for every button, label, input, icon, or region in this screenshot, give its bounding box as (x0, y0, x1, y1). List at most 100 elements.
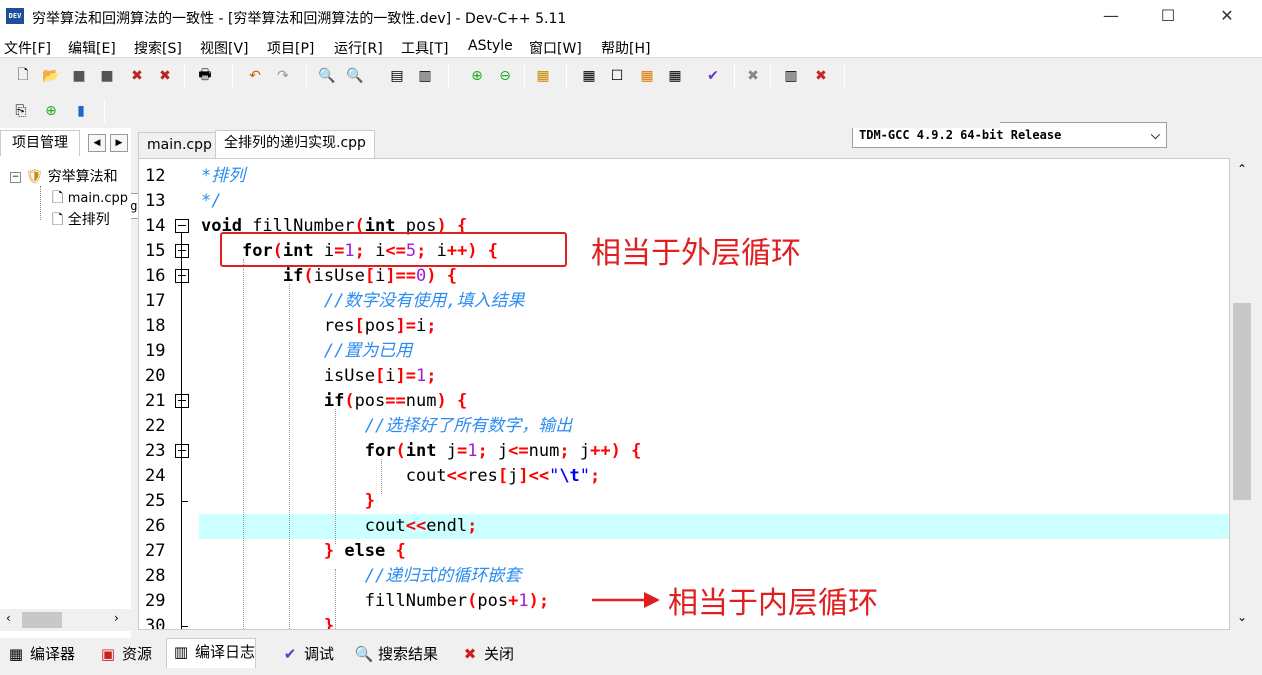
secondary-toolbar: ⎘ ⊕ ▮ (globals) ⌵ ⌵ (0, 94, 1000, 219)
indent-guide (243, 259, 244, 629)
insert-icon[interactable]: ⊕ (40, 100, 62, 122)
menu-search[interactable]: 搜索[S] (134, 38, 182, 58)
close-all-icon[interactable]: ✖ (154, 65, 176, 87)
tree-file-main[interactable]: 🗋 main.cpp (52, 187, 128, 211)
tab-main-cpp[interactable]: main.cpp (138, 132, 221, 158)
code-line[interactable]: isUse[i]=1; (201, 364, 437, 389)
code-line[interactable]: cout<<res[j]<<"\t"; (201, 464, 601, 489)
tab-close[interactable]: ✖ 关闭 (456, 641, 514, 669)
code-line[interactable]: } (201, 489, 375, 514)
line-number: 25 (145, 491, 166, 511)
scroll-right-icon[interactable]: › (114, 611, 119, 625)
goto-icon[interactable]: ⎘ (10, 100, 32, 122)
menu-project[interactable]: 项目[P] (267, 38, 314, 58)
tab-permutation-cpp[interactable]: 全排列的递归实现.cpp (215, 130, 375, 158)
delete-profile-icon[interactable]: ✖ (810, 65, 832, 87)
tab-debug[interactable]: ✔ 调试 (276, 641, 334, 669)
project-icon: 🛡 (25, 169, 44, 185)
line-number: 21 (145, 391, 166, 411)
tab-label: 编译日志 (195, 643, 256, 661)
close-window-button[interactable]: ✕ (1197, 0, 1257, 32)
menu-tools[interactable]: 工具[T] (401, 38, 448, 58)
code-line[interactable]: *排列 (201, 164, 245, 189)
code-line[interactable]: } else { (201, 539, 406, 564)
scroll-up-icon[interactable]: ⌃ (1237, 162, 1247, 176)
minimize-button[interactable]: — (1081, 0, 1141, 32)
add-to-project-icon[interactable]: ⊕ (466, 65, 488, 87)
fold-marker[interactable] (175, 244, 189, 258)
fold-marker[interactable] (175, 444, 189, 458)
tree-project-node[interactable]: − 🛡 穷举算法和 (10, 166, 118, 186)
code-line[interactable]: for(int j=1; j<=num; j++) { (201, 439, 642, 464)
tab-resources[interactable]: ▣ 资源 (94, 641, 152, 669)
fold-marker[interactable] (175, 394, 189, 408)
menu-run[interactable]: 运行[R] (334, 38, 383, 58)
line-number: 27 (145, 541, 166, 561)
check-syntax-icon[interactable]: ✔ (702, 65, 724, 87)
line-number: 28 (145, 566, 166, 586)
close-file-icon[interactable]: ✖ (126, 65, 148, 87)
fold-marker[interactable] (175, 269, 189, 283)
code-line[interactable]: } (201, 614, 334, 629)
menu-astyle[interactable]: AStyle (468, 38, 513, 54)
tab-search-results[interactable]: 🔍 搜索结果 (350, 641, 438, 669)
scroll-right-icon[interactable]: ▶ (110, 134, 128, 152)
menu-window[interactable]: 窗口[W] (529, 38, 582, 58)
unindent-icon[interactable]: ▥ (414, 65, 436, 87)
indent-icon[interactable]: ▤ (386, 65, 408, 87)
scroll-left-icon[interactable]: ‹ (6, 611, 11, 625)
line-number: 26 (145, 516, 166, 536)
stop-icon[interactable]: ✖ (742, 65, 764, 87)
line-number: 20 (145, 366, 166, 386)
code-line[interactable]: fillNumber(pos+1); (201, 589, 549, 614)
code-line[interactable]: if(isUse[i]==0) { (201, 264, 457, 289)
tree-file-permutation[interactable]: 🗋 全排列 (52, 209, 110, 233)
line-number: 17 (145, 291, 166, 311)
scroll-down-icon[interactable]: ⌄ (1237, 610, 1247, 624)
replace-icon[interactable]: 🔍 (344, 65, 366, 87)
code-line[interactable]: */ (201, 189, 221, 214)
class-browser-icon[interactable]: ▦ (532, 65, 554, 87)
menu-help[interactable]: 帮助[H] (601, 38, 650, 58)
bookmark-icon[interactable]: ▮ (70, 100, 92, 122)
scrollbar-thumb[interactable] (1233, 303, 1251, 500)
tab-compile-log[interactable]: ▥ 编译日志 (166, 638, 257, 668)
profile-chart-icon[interactable]: ▥ (780, 65, 802, 87)
menu-file[interactable]: 文件[F] (4, 38, 51, 58)
print-icon[interactable]: 🖶 (194, 65, 216, 87)
indent-guide (335, 409, 336, 544)
compiler-select-value: TDM-GCC 4.9.2 64-bit Release (859, 128, 1062, 142)
line-number: 16 (145, 266, 166, 286)
compile-icon[interactable]: ▦ (578, 65, 600, 87)
maximize-button[interactable]: ☐ (1138, 0, 1198, 32)
undo-icon[interactable]: ↶ (244, 65, 266, 87)
find-icon[interactable]: 🔍 (316, 65, 338, 87)
tab-project-manager[interactable]: 项目管理 (0, 130, 80, 156)
menu-view[interactable]: 视图[V] (200, 38, 249, 58)
save-icon[interactable]: ■ (68, 65, 90, 87)
code-line[interactable]: res[pos]=i; (201, 314, 437, 339)
remove-from-project-icon[interactable]: ⊖ (494, 65, 516, 87)
compile-run-icon[interactable]: ▦ (636, 65, 658, 87)
code-line[interactable]: //选择好了所有数字，输出 (201, 414, 572, 439)
scroll-left-icon[interactable]: ◀ (88, 134, 106, 152)
scrollbar-thumb[interactable] (22, 612, 62, 628)
close-icon: ✖ (463, 645, 477, 663)
code-line[interactable]: //递归式的循环嵌套 (201, 564, 521, 589)
redo-icon[interactable]: ↷ (272, 65, 294, 87)
collapse-icon[interactable]: − (10, 171, 21, 183)
tab-label: 编译器 (30, 645, 76, 663)
code-line[interactable]: //置为已用 (201, 339, 412, 364)
project-panel-scrollbar[interactable]: ‹ › (0, 609, 131, 631)
rebuild-icon[interactable]: ▦ (664, 65, 686, 87)
run-icon[interactable]: ☐ (606, 65, 628, 87)
save-all-icon[interactable]: ■ (96, 65, 118, 87)
open-file-icon[interactable]: 📂 (40, 65, 62, 87)
fold-marker[interactable] (175, 219, 189, 233)
check-icon: ✔ (283, 645, 297, 663)
new-file-icon[interactable]: 🗋 (12, 65, 34, 87)
search-icon: 🔍 (354, 645, 374, 663)
menu-edit[interactable]: 编辑[E] (68, 38, 116, 58)
tab-compiler[interactable]: ▦ 编译器 (2, 641, 75, 669)
code-line[interactable]: //数字没有使用,填入结果 (201, 289, 525, 314)
